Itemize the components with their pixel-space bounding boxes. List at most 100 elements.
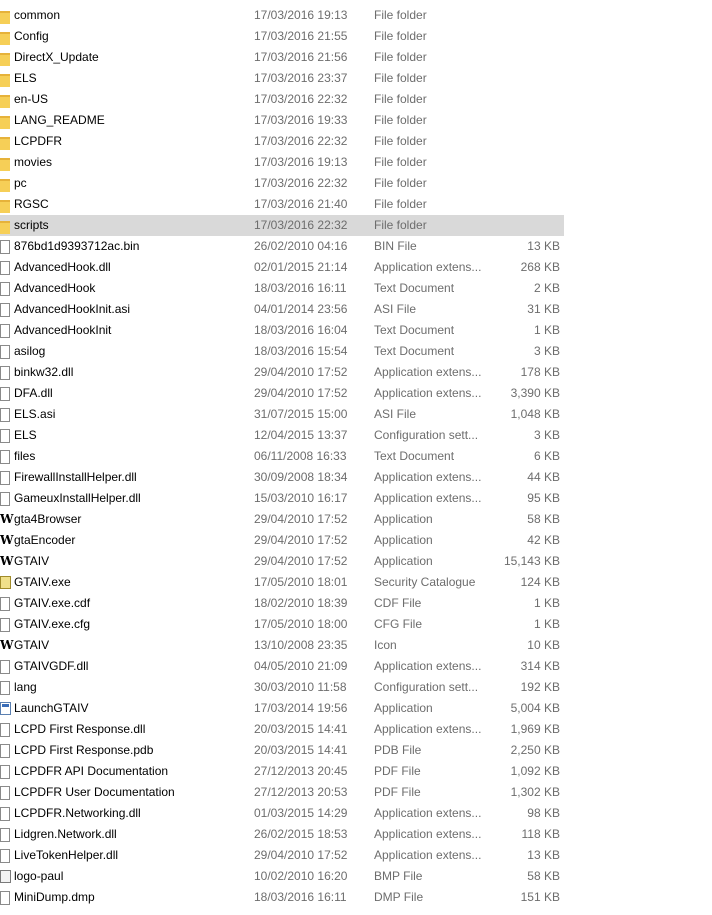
file-type: File folder	[374, 113, 427, 127]
file-type: Application extens...	[374, 848, 482, 862]
folder-row[interactable]: scripts 17/03/2016 22:32 File folder	[0, 215, 564, 236]
date-modified: 17/03/2016 22:32	[254, 92, 348, 106]
file-type: Application	[374, 512, 433, 526]
file-name: DirectX_Update	[14, 50, 99, 64]
file-row[interactable]: GTAIV.exe.cfg 17/05/2010 18:00 CFG File 1 K…	[0, 614, 564, 635]
file-type: Application extens...	[374, 722, 482, 736]
folder-icon	[0, 95, 10, 108]
date-modified: 18/03/2016 16:04	[254, 323, 348, 337]
file-row[interactable]: LCPDFR.Networking.dll 01/03/2015 14:29 App…	[0, 803, 564, 824]
file-row[interactable]: 876bd1d9393712ac.bin 26/02/2010 04:16 BIN …	[0, 236, 564, 257]
file-row[interactable]: AdvancedHook.dll 02/01/2015 21:14 Applicat…	[0, 257, 564, 278]
file-type: PDB File	[374, 743, 422, 757]
file-icon	[0, 345, 10, 359]
date-modified: 29/04/2010 17:52	[254, 512, 348, 526]
file-row[interactable]: asilog 18/03/2016 15:54 Text Document 3 KB	[0, 341, 564, 362]
file-size: 1 KB	[533, 323, 560, 337]
file-row[interactable]: lang 30/03/2010 11:58 Configuration sett..…	[0, 677, 564, 698]
date-modified: 17/03/2014 19:56	[254, 701, 348, 715]
file-type: File folder	[374, 8, 427, 22]
file-name: LCPDFR User Documentation	[14, 785, 175, 799]
file-row[interactable]: Wgta4Browser 29/04/2010 17:52 Application 5…	[0, 509, 564, 530]
file-row[interactable]: files 06/11/2008 16:33 Text Document 6 KB	[0, 446, 564, 467]
file-row[interactable]: GTAIV.exe 17/05/2010 18:01 Security Catalo…	[0, 572, 564, 593]
file-row[interactable]: LiveTokenHelper.dll 29/04/2010 17:52 Appli…	[0, 845, 564, 866]
folder-row[interactable]: common 17/03/2016 19:13 File folder	[0, 5, 564, 26]
file-name: AdvancedHookInit	[14, 323, 112, 337]
file-list: common 17/03/2016 19:13 File folder Config 1…	[0, 5, 564, 908]
date-modified: 17/03/2016 21:40	[254, 197, 348, 211]
file-row[interactable]: logo-paul 10/02/2010 16:20 BMP File 58 KB	[0, 866, 564, 887]
file-type: File folder	[374, 155, 427, 169]
file-row[interactable]: GTAIV.exe.cdf 18/02/2010 18:39 CDF File 1 K…	[0, 593, 564, 614]
file-row[interactable]: MiniDump.dmp 18/03/2016 16:11 DMP File 151 …	[0, 887, 564, 908]
folder-row[interactable]: RGSC 17/03/2016 21:40 File folder	[0, 194, 564, 215]
file-row[interactable]: LCPDFR User Documentation 27/12/2013 20:5…	[0, 782, 564, 803]
file-row[interactable]: Lidgren.Network.dll 26/02/2015 18:53 Appli…	[0, 824, 564, 845]
file-row[interactable]: AdvancedHookInit 18/03/2016 16:04 Text Doc…	[0, 320, 564, 341]
file-type: Application	[374, 533, 433, 547]
folder-row[interactable]: Config 17/03/2016 21:55 File folder	[0, 26, 564, 47]
date-modified: 17/03/2016 22:32	[254, 176, 348, 190]
file-row[interactable]: LCPD First Response.pdb 20/03/2015 14:41 P…	[0, 740, 564, 761]
file-icon	[0, 387, 10, 401]
date-modified: 20/03/2015 14:41	[254, 722, 348, 736]
file-row[interactable]: AdvancedHook 18/03/2016 16:11 Text Documen…	[0, 278, 564, 299]
file-icon	[0, 324, 10, 338]
file-type: File folder	[374, 134, 427, 148]
file-row[interactable]: GTAIVGDF.dll 04/05/2010 21:09 Application …	[0, 656, 564, 677]
folder-row[interactable]: pc 17/03/2016 22:32 File folder	[0, 173, 564, 194]
file-row[interactable]: LaunchGTAIV 17/03/2014 19:56 Application 5,…	[0, 698, 564, 719]
folder-row[interactable]: LCPDFR 17/03/2016 22:32 File folder	[0, 131, 564, 152]
folder-row[interactable]: en-US 17/03/2016 22:32 File folder	[0, 89, 564, 110]
date-modified: 30/03/2010 11:58	[254, 680, 347, 694]
folder-row[interactable]: DirectX_Update 17/03/2016 21:56 File folde…	[0, 47, 564, 68]
file-type: File folder	[374, 92, 427, 106]
file-type: File folder	[374, 218, 427, 232]
file-row[interactable]: LCPDFR API Documentation 27/12/2013 20:45…	[0, 761, 564, 782]
file-row[interactable]: FirewallInstallHelper.dll 30/09/2008 18:3…	[0, 467, 564, 488]
file-row[interactable]: DFA.dll 29/04/2010 17:52 Application exten…	[0, 383, 564, 404]
file-name: pc	[14, 176, 27, 190]
file-row[interactable]: LCPD First Response.dll 20/03/2015 14:41 A…	[0, 719, 564, 740]
file-icon	[0, 723, 10, 737]
file-name: binkw32.dll	[14, 365, 74, 379]
file-row[interactable]: W GTAIV 13/10/2008 23:35 Icon 10 KB	[0, 635, 564, 656]
file-size: 2,250 KB	[510, 743, 560, 757]
file-row[interactable]: ELS.asi 31/07/2015 15:00 ASI File 1,048 KB	[0, 404, 564, 425]
file-name: GTAIV.exe	[14, 575, 71, 589]
file-row[interactable]: binkw32.dll 29/04/2010 17:52 Application e…	[0, 362, 564, 383]
file-icon	[0, 681, 10, 695]
file-type: Application	[374, 554, 433, 568]
file-icon	[0, 240, 10, 254]
file-icon	[0, 492, 10, 506]
file-size: 1,302 KB	[510, 785, 560, 799]
date-modified: 29/04/2010 17:52	[254, 554, 348, 568]
file-size: 58 KB	[527, 869, 560, 883]
file-icon	[0, 849, 10, 863]
file-name: LCPDFR.Networking.dll	[14, 806, 141, 820]
file-name: ELS.asi	[14, 407, 56, 421]
file-name: en-US	[14, 92, 49, 106]
date-modified: 15/03/2010 16:17	[254, 491, 348, 505]
file-row[interactable]: W GTAIV 29/04/2010 17:52 Application 15,143 …	[0, 551, 564, 572]
file-size: 1 KB	[533, 617, 560, 631]
file-row[interactable]: AdvancedHookInit.asi 04/01/2014 23:56 ASI …	[0, 299, 564, 320]
file-row[interactable]: GameuxInstallHelper.dll 15/03/2010 16:17 A…	[0, 488, 564, 509]
folder-row[interactable]: ELS 17/03/2016 23:37 File folder	[0, 68, 564, 89]
file-type: BMP File	[374, 869, 423, 883]
folder-row[interactable]: LANG_README 17/03/2016 19:33 File folder	[0, 110, 564, 131]
folder-row[interactable]: movies 17/03/2016 19:13 File folder	[0, 152, 564, 173]
date-modified: 18/02/2010 18:39	[254, 596, 348, 610]
file-type: PDF File	[374, 785, 421, 799]
file-icon	[0, 786, 10, 800]
file-type: Application extens...	[374, 386, 482, 400]
file-row[interactable]: ELS 12/04/2015 13:37 Configuration sett...…	[0, 425, 564, 446]
launcher-app-icon	[0, 702, 11, 715]
file-name: LiveTokenHelper.dll	[14, 848, 119, 862]
file-icon	[0, 366, 10, 380]
file-row[interactable]: WgtaEncoder 29/04/2010 17:52 Application 42…	[0, 530, 564, 551]
folder-icon	[0, 179, 10, 192]
file-name: GTAIV	[14, 638, 50, 652]
file-name: ELS	[14, 428, 37, 442]
